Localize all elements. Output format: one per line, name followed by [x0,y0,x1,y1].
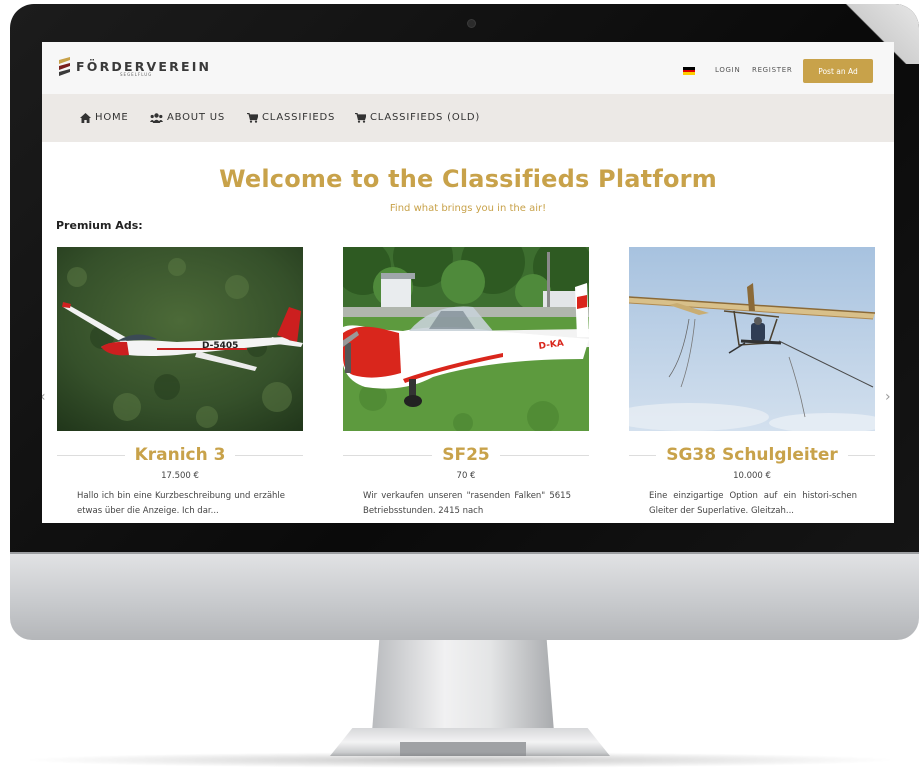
screen: FÖRDERVEREIN SEGELFLUG LOGIN REGISTER Po… [42,42,894,523]
ad-title-row-kranich: Kranich 3 [57,444,304,466]
carousel-prev-icon[interactable]: ‹ [42,389,46,405]
nav-about-us[interactable]: ABOUT US [150,112,225,123]
ad-description-sg38: Eine einzigartige Option auf ein histori… [649,491,857,516]
nav-classifieds-label: CLASSIFIEDS [262,112,336,123]
monitor-shadow [20,752,900,768]
cart-icon [355,112,366,123]
nav-classifieds-old-label: CLASSIFIEDS (OLD) [370,112,481,123]
ad-price-sg38: 10.000 € [733,471,771,481]
page-title: Welcome to the Classifieds Platform [219,165,717,193]
carousel-next-icon[interactable]: › [885,389,891,405]
nav-home[interactable]: HOME [80,112,129,123]
site-subtitle: SEGELFLUG [120,72,153,77]
ad-title-sg38[interactable]: SG38 Schulgleiter [656,445,848,465]
main-nav: HOME ABOUT US CLASSIFIEDS CLASSIFIEDS (O… [42,94,894,142]
ad-price-sf25: 70 € [456,471,476,481]
ad-price-kranich: 17.500 € [161,471,199,481]
users-icon [150,112,163,123]
cart-icon [247,112,258,123]
register-link[interactable]: REGISTER [752,66,792,74]
title-divider [499,454,590,456]
login-link[interactable]: LOGIN [715,66,740,74]
ad-photo-sg38[interactable] [629,247,875,431]
ad-description-sf25: Wir verkaufen unseren "rasenden Falken" … [363,491,571,516]
title-divider [235,454,304,456]
nav-classifieds-old[interactable]: CLASSIFIEDS (OLD) [355,112,480,123]
monitor-chin-edge [10,552,919,554]
title-divider [57,454,125,456]
ad-title-kranich[interactable]: Kranich 3 [125,445,236,465]
page-tagline: Find what brings you in the air! [389,203,547,214]
top-bar: FÖRDERVEREIN SEGELFLUG LOGIN REGISTER Po… [42,42,894,94]
ad-photo-kranich[interactable]: D-5405 [57,247,303,431]
monitor-stand [372,640,554,732]
ad-title-row-sf25: SF25 [343,444,590,466]
ad-photo-sf25[interactable]: D-KA [343,247,589,431]
nav-classifieds[interactable]: CLASSIFIEDS [247,112,335,123]
nav-home-label: HOME [95,112,129,123]
monitor-chin [10,552,919,640]
site-logo[interactable]: FÖRDERVEREIN SEGELFLUG [58,56,211,78]
title-divider [847,454,875,456]
ad-title-sf25[interactable]: SF25 [432,445,500,465]
nav-about-label: ABOUT US [167,112,226,123]
glider-registration-kranich: D-5405 [202,341,238,351]
title-divider [629,454,657,456]
camera-icon [467,19,476,28]
premium-ads-heading: Premium Ads: [56,219,143,232]
ad-description-kranich: Hallo ich bin eine Kurzbeschreibung und … [77,491,285,516]
ad-title-row-sg38: SG38 Schulgleiter [629,444,875,466]
post-ad-button[interactable]: Post an Ad [803,59,873,83]
title-divider [343,454,433,456]
wing-logo-icon [59,57,70,76]
de-flag-icon[interactable] [683,67,695,75]
home-icon [80,112,91,123]
